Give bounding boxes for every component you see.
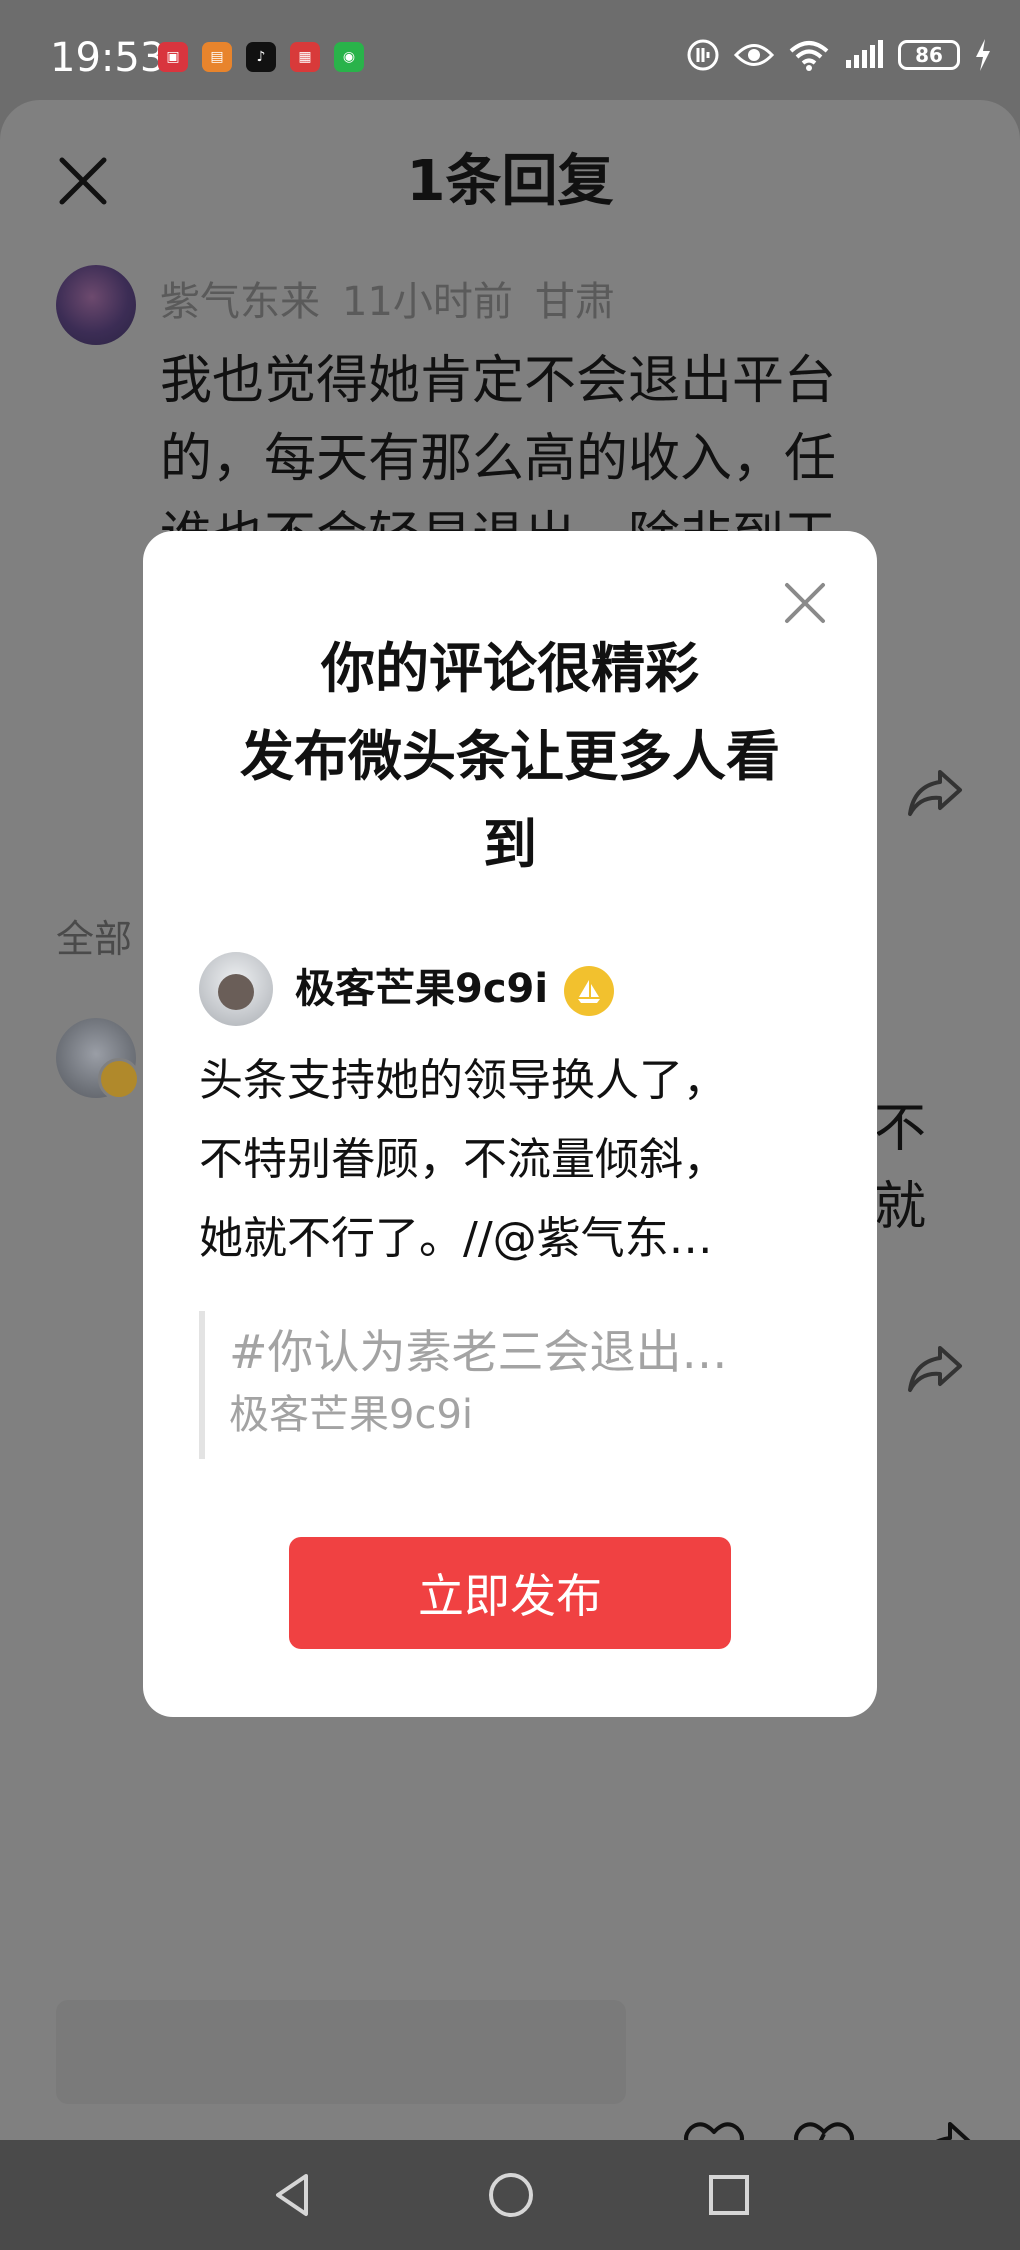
wifi-icon [789, 41, 829, 71]
status-app-icons: ▣ ▤ ♪ ▦ ◉ [158, 42, 364, 72]
all-replies-label: 全部 [56, 917, 133, 961]
verified-badge-icon [98, 1058, 140, 1100]
quoted-post-title: #你认为素老三会退出… [229, 1325, 728, 1379]
share-icon[interactable] [906, 768, 964, 818]
publish-button[interactable]: 立即发布 [289, 1537, 731, 1649]
nfc-icon [687, 39, 719, 71]
reply-line: 不 [874, 1099, 927, 1159]
quoted-post-author: 极客芒果9c9i [229, 1392, 474, 1438]
status-indicators: 86 [686, 38, 992, 72]
status-bar: 19:53 ▣ ▤ ♪ ▦ ◉ 86 [0, 0, 1020, 104]
publish-dialog: 你的评论很精彩 发布微头条让更多人看 到 极客芒果9c9i 头条支持她的领导换人… [143, 531, 877, 1717]
sailboat-badge-icon [564, 966, 614, 1016]
app-icon-orange: ▤ [202, 42, 232, 72]
charging-icon [976, 39, 990, 71]
comment-time: 11小时前 [342, 279, 513, 325]
dialog-title-line: 到 [483, 813, 537, 876]
post-author: 极客芒果9c9i [295, 966, 549, 1012]
recent-apps-icon[interactable] [702, 2168, 756, 2222]
post-text-line: 不特别眷顾，不流量倾斜， [199, 1134, 727, 1185]
dialog-title: 你的评论很精彩 发布微头条让更多人看 到 [203, 625, 817, 889]
battery-indicator: 86 [898, 40, 960, 70]
dialog-title-line: 你的评论很精彩 [321, 637, 699, 700]
comment-body: 我也觉得她肯定不会退出平台 的，每天有那么高的收入，任 谁也不会轻易退出，除非到… [160, 342, 940, 552]
post-text-line: 头条支持她的领导换人了， [199, 1055, 727, 1106]
reply-text-partial: 不 就 [874, 1090, 926, 1246]
comment-username[interactable]: 紫气东来 [160, 279, 320, 325]
eye-icon [734, 44, 774, 66]
post-text-line: 她就不行了。//@紫气东… [199, 1213, 713, 1264]
signal-icon [846, 40, 883, 68]
wechat-icon: ◉ [334, 42, 364, 72]
comment-location: 甘肃 [534, 279, 615, 325]
avatar [199, 952, 273, 1026]
close-icon[interactable] [783, 581, 827, 625]
reply-line: 就 [874, 1177, 927, 1237]
news-icon: ▦ [290, 42, 320, 72]
status-time: 19:53 [50, 35, 166, 81]
tiktok-icon: ♪ [246, 42, 276, 72]
home-icon[interactable] [484, 2168, 538, 2222]
post-text: 头条支持她的领导换人了， 不特别眷顾，不流量倾斜， 她就不行了。//@紫气东… [199, 1041, 829, 1278]
avatar[interactable] [56, 265, 136, 345]
comment-line: 的，每天有那么高的收入，任 [160, 429, 837, 489]
back-icon[interactable] [266, 2168, 320, 2222]
dialog-title-line: 发布微头条让更多人看 [240, 725, 780, 788]
comment-line: 我也觉得她肯定不会退出平台 [160, 351, 837, 411]
comment-meta: 紫气东来 11小时前 甘肃 [160, 276, 637, 328]
navigation-bar [0, 2140, 1020, 2250]
comment-input[interactable] [56, 2000, 626, 2104]
quoted-post: #你认为素老三会退出… 极客芒果9c9i [199, 1311, 809, 1459]
sheet-title: 1条回复 [406, 149, 614, 214]
share-icon[interactable] [906, 1344, 964, 1394]
huawei-store-icon: ▣ [158, 42, 188, 72]
